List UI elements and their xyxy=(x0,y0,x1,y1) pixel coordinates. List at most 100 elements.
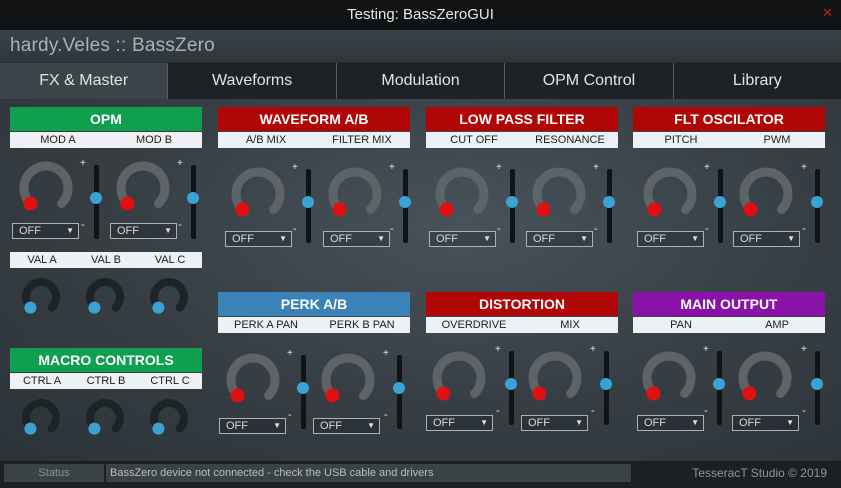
section-labels: PAN AMP xyxy=(633,317,825,333)
pitch-slider[interactable]: + - xyxy=(704,162,727,247)
amp-dropdown[interactable]: OFF ▼ xyxy=(732,415,799,431)
section-title: OPM xyxy=(10,107,202,131)
tab-fx-master[interactable]: FX & Master xyxy=(0,63,169,99)
slider-plus-label: + xyxy=(287,348,293,359)
perk-b-pan-slider[interactable]: + - xyxy=(383,348,406,433)
mod-a-slider[interactable]: + - xyxy=(80,158,103,243)
slider-thumb[interactable] xyxy=(600,378,612,391)
perk-a-pan-dropdown[interactable]: OFF ▼ xyxy=(219,418,286,434)
chevron-down-icon: ▼ xyxy=(786,418,794,427)
status-message: BassZero device not connected - check th… xyxy=(106,464,631,482)
resonance-slider[interactable]: + - xyxy=(593,162,616,247)
pitch-knob[interactable] xyxy=(641,165,699,223)
slider-thumb[interactable] xyxy=(393,382,405,395)
slider-thumb[interactable] xyxy=(811,196,823,209)
pwm-dropdown[interactable]: OFF ▼ xyxy=(733,231,800,247)
ab-mix-slider[interactable]: + - xyxy=(292,162,315,247)
slider-thumb[interactable] xyxy=(90,192,102,205)
mod-b-dropdown[interactable]: OFF ▼ xyxy=(110,223,177,239)
resonance-dropdown[interactable]: OFF ▼ xyxy=(526,231,593,247)
mod-b-knob[interactable] xyxy=(114,159,172,217)
slider-thumb[interactable] xyxy=(187,192,199,205)
status-label: Status xyxy=(4,464,104,482)
perk-b-pan-dropdown[interactable]: OFF ▼ xyxy=(313,418,380,434)
section-title: PERK A/B xyxy=(218,292,410,316)
perk-a-pan-knob[interactable] xyxy=(224,351,282,409)
pwm-knob[interactable] xyxy=(737,165,795,223)
slider-minus-label: - xyxy=(802,223,806,235)
slider-thumb[interactable] xyxy=(603,196,615,209)
tab-waveforms[interactable]: Waveforms xyxy=(168,63,337,99)
dropdown-value: OFF xyxy=(330,233,352,245)
filter-mix-knob[interactable] xyxy=(326,165,384,223)
ctrl-c-knob[interactable] xyxy=(149,398,189,438)
label-resonance: RESONANCE xyxy=(535,134,605,146)
slider-thumb[interactable] xyxy=(302,196,314,209)
close-icon[interactable]: ✕ xyxy=(822,0,833,26)
mix-slider[interactable]: + - xyxy=(590,344,613,429)
section-labels: CTRL A CTRL B CTRL C xyxy=(10,373,202,389)
resonance-knob[interactable] xyxy=(530,165,588,223)
overdrive-slider[interactable]: + - xyxy=(495,344,518,429)
slider-plus-label: + xyxy=(496,162,502,173)
perk-a-pan-slider[interactable]: + - xyxy=(287,348,310,433)
perk-b-pan-knob[interactable] xyxy=(319,351,377,409)
label-perk-a-pan: PERK A PAN xyxy=(234,319,298,331)
ab-mix-knob[interactable] xyxy=(229,165,287,223)
brand-bar: hardy.Veles :: BassZero xyxy=(0,30,841,62)
pitch-dropdown[interactable]: OFF ▼ xyxy=(637,231,704,247)
cut-off-dropdown[interactable]: OFF ▼ xyxy=(429,231,496,247)
slider-minus-label: - xyxy=(704,405,708,417)
ctrl-b-knob[interactable] xyxy=(85,398,125,438)
dropdown-value: OFF xyxy=(533,233,555,245)
tab-library[interactable]: Library xyxy=(673,63,841,99)
mix-dropdown[interactable]: OFF ▼ xyxy=(521,415,588,431)
filter-mix-dropdown[interactable]: OFF ▼ xyxy=(323,231,390,247)
label-filter-mix: FILTER MIX xyxy=(332,134,392,146)
amp-slider[interactable]: + - xyxy=(801,344,824,429)
dropdown-value: OFF xyxy=(739,417,761,429)
slider-plus-label: + xyxy=(703,344,709,355)
pan-dropdown[interactable]: OFF ▼ xyxy=(637,415,704,431)
slider-thumb[interactable] xyxy=(714,196,726,209)
mod-a-dropdown[interactable]: OFF ▼ xyxy=(12,223,79,239)
tab-modulation[interactable]: Modulation xyxy=(336,63,506,99)
chevron-down-icon: ▼ xyxy=(575,418,583,427)
slider-thumb[interactable] xyxy=(399,196,411,209)
chevron-down-icon: ▼ xyxy=(279,234,287,243)
overdrive-knob[interactable] xyxy=(430,349,488,407)
section-waveform-ab: WAVEFORM A/B A/B MIX FILTER MIX xyxy=(218,107,410,148)
chevron-down-icon: ▼ xyxy=(691,234,699,243)
amp-knob[interactable] xyxy=(736,349,794,407)
mod-a-knob[interactable] xyxy=(17,159,75,217)
pan-slider[interactable]: + - xyxy=(703,344,726,429)
brand-logo-text: hardy.Veles :: BassZero xyxy=(10,35,215,56)
slider-thumb[interactable] xyxy=(811,378,823,391)
slider-thumb[interactable] xyxy=(713,378,725,391)
filter-mix-slider[interactable]: + - xyxy=(389,162,412,247)
pan-knob[interactable] xyxy=(640,349,698,407)
overdrive-dropdown[interactable]: OFF ▼ xyxy=(426,415,493,431)
ctrl-a-knob[interactable] xyxy=(21,398,61,438)
dropdown-value: OFF xyxy=(436,233,458,245)
slider-thumb[interactable] xyxy=(505,378,517,391)
pwm-slider[interactable]: + - xyxy=(801,162,824,247)
ab-mix-dropdown[interactable]: OFF ▼ xyxy=(225,231,292,247)
slider-thumb[interactable] xyxy=(506,196,518,209)
chevron-down-icon: ▼ xyxy=(480,418,488,427)
val-c-knob[interactable] xyxy=(149,277,189,317)
cut-off-slider[interactable]: + - xyxy=(496,162,519,247)
section-title: DISTORTION xyxy=(426,292,618,316)
mix-knob[interactable] xyxy=(526,349,584,407)
slider-minus-label: - xyxy=(705,223,709,235)
section-labels: A/B MIX FILTER MIX xyxy=(218,132,410,148)
val-a-knob[interactable] xyxy=(21,277,61,317)
cut-off-knob[interactable] xyxy=(433,165,491,223)
val-b-knob[interactable] xyxy=(85,277,125,317)
slider-thumb[interactable] xyxy=(297,382,309,395)
label-val-c: VAL C xyxy=(154,254,186,266)
tab-opm-control[interactable]: OPM Control xyxy=(505,63,674,99)
dropdown-value: OFF xyxy=(19,225,41,237)
mod-b-slider[interactable]: + - xyxy=(177,158,200,243)
chevron-down-icon: ▼ xyxy=(66,226,74,235)
